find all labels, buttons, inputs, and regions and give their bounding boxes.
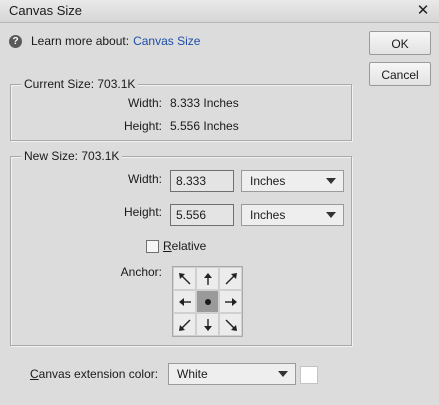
anchor-label: Anchor: [120, 265, 162, 279]
arrow-right-icon [224, 297, 237, 306]
anchor-bottom[interactable] [196, 313, 219, 336]
height-unit-select[interactable]: Inches [241, 204, 344, 226]
chevron-down-icon [326, 212, 336, 218]
extension-color-label: Canvas extension color: [30, 367, 159, 381]
help-link[interactable]: Canvas Size [133, 34, 200, 48]
arrow-down-icon [203, 318, 212, 331]
new-width-label: Width: [127, 172, 162, 186]
current-width-value: 8.333 Inches [170, 96, 239, 110]
title-bar: Canvas Size ✕ [0, 0, 439, 23]
question-circle-icon: ? [9, 34, 22, 48]
current-size-title: Current Size: 703.1K [21, 77, 139, 91]
current-width-label: Width: [127, 96, 162, 110]
anchor-right[interactable] [219, 290, 242, 313]
arrow-down-left-icon [178, 319, 190, 331]
anchor-top-right[interactable] [219, 267, 242, 290]
new-height-input[interactable]: 5.556 [170, 204, 234, 226]
arrow-down-right-icon [225, 319, 237, 331]
width-unit-select[interactable]: Inches [241, 170, 344, 192]
anchor-dot-icon [204, 298, 211, 305]
height-unit-value: Inches [250, 208, 286, 222]
new-height-label: Height: [123, 205, 162, 219]
extension-color-value: White [177, 367, 208, 381]
anchor-bottom-left[interactable] [173, 313, 196, 336]
window-title: Canvas Size [9, 3, 82, 18]
new-width-input[interactable]: 8.333 [170, 170, 234, 192]
anchor-left[interactable] [173, 290, 196, 313]
help-row: ? Learn more about: Canvas Size [9, 33, 200, 49]
anchor-top-left[interactable] [173, 267, 196, 290]
help-prefix: Learn more about: [31, 34, 130, 48]
new-size-title: New Size: 703.1K [21, 149, 123, 163]
chevron-down-icon [278, 371, 288, 377]
arrow-up-right-icon [225, 272, 237, 284]
chevron-down-icon [326, 178, 336, 184]
relative-label[interactable]: Relative [163, 239, 206, 253]
anchor-grid [172, 266, 243, 337]
arrow-up-left-icon [178, 272, 190, 284]
current-height-label: Height: [123, 119, 162, 133]
anchor-bottom-right[interactable] [219, 313, 242, 336]
anchor-top[interactable] [196, 267, 219, 290]
anchor-center[interactable] [196, 290, 219, 313]
current-height-value: 5.556 Inches [170, 119, 239, 133]
ok-button[interactable]: OK [369, 31, 431, 55]
width-unit-value: Inches [250, 174, 286, 188]
arrow-up-icon [203, 272, 212, 285]
extension-color-select[interactable]: White [168, 363, 296, 385]
extension-color-swatch[interactable] [300, 366, 318, 384]
arrow-left-icon [178, 297, 191, 306]
relative-checkbox[interactable] [146, 240, 159, 253]
close-icon[interactable]: ✕ [413, 1, 433, 21]
cancel-button[interactable]: Cancel [369, 62, 431, 86]
